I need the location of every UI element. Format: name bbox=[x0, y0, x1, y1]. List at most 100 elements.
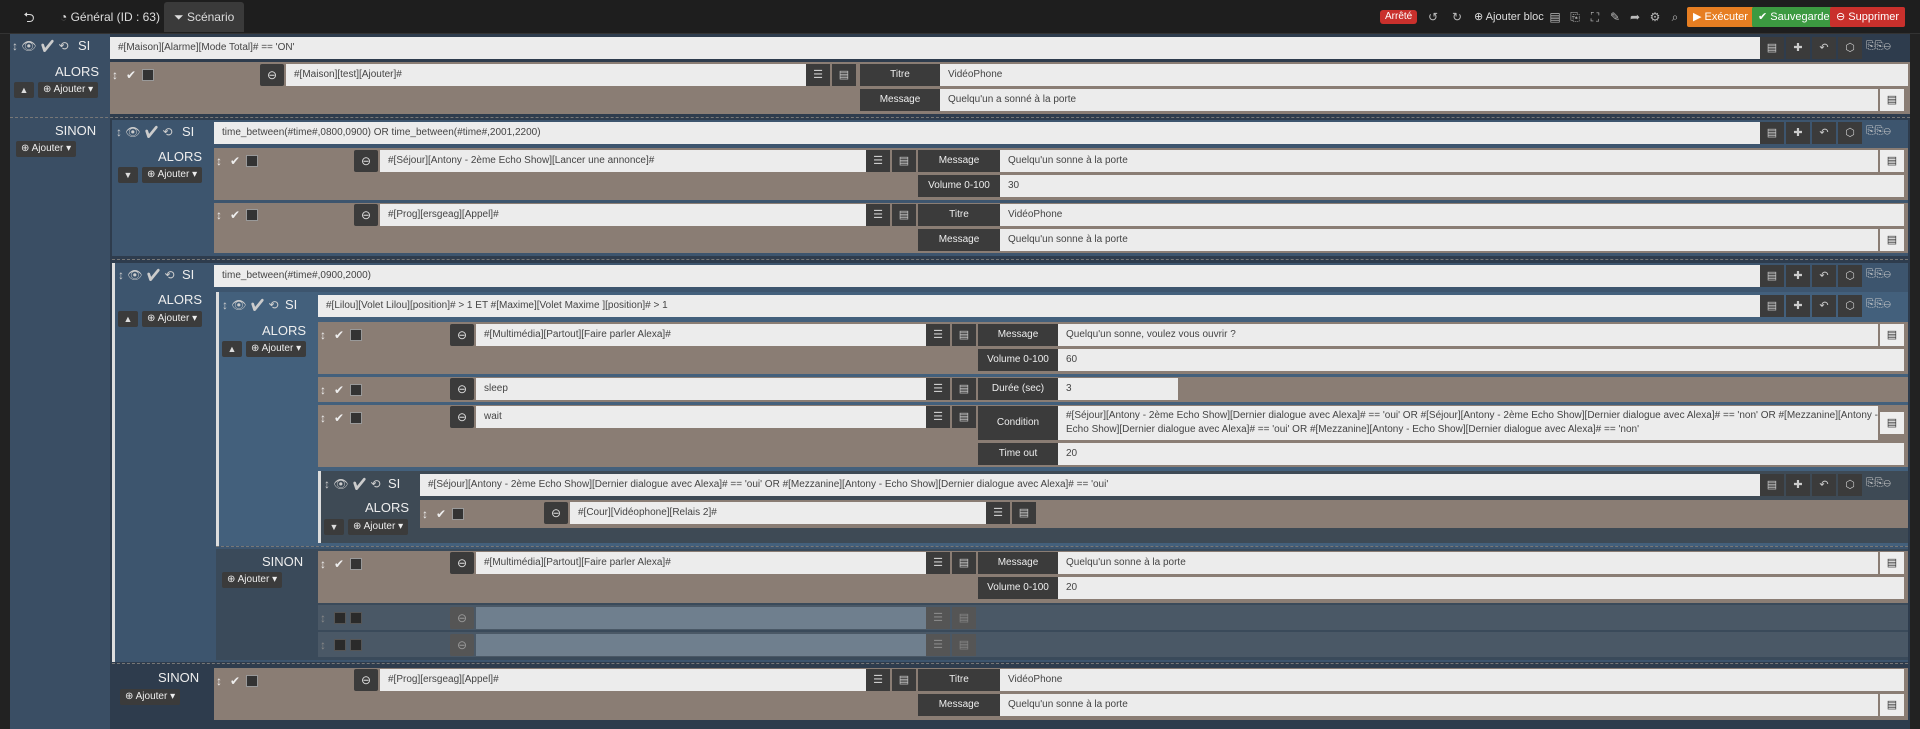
remove-action-button[interactable]: ⊖ bbox=[450, 634, 474, 656]
cube-icon[interactable]: ⬡ bbox=[1838, 122, 1862, 144]
drag-icon[interactable]: ↕ bbox=[320, 328, 326, 342]
options-icon[interactable]: ▤ bbox=[952, 634, 976, 656]
history-icon[interactable]: ↶ bbox=[1812, 122, 1836, 144]
remove-action-button[interactable]: ⊖ bbox=[450, 607, 474, 629]
remove-action-button[interactable]: ⊖ bbox=[354, 204, 378, 226]
expand-icon[interactable]: ⛶ bbox=[1586, 8, 1604, 26]
log-icon[interactable]: ▤ bbox=[1760, 122, 1784, 144]
drag-icon[interactable]: ↕ bbox=[12, 39, 18, 53]
drag-icon[interactable]: ↕ bbox=[320, 383, 326, 397]
options-icon[interactable]: ▤ bbox=[952, 607, 976, 629]
remove-action-button[interactable]: ⊖ bbox=[354, 150, 378, 172]
refresh-icon[interactable]: ⟲ bbox=[371, 477, 381, 491]
add-button[interactable]: ⊕ Ajouter ▾ bbox=[348, 519, 409, 535]
add-button[interactable]: ⊕ Ajouter ▾ bbox=[222, 572, 283, 588]
options-icon[interactable]: ▤ bbox=[892, 669, 916, 691]
condition-edit-icon[interactable]: ▤ bbox=[1880, 412, 1904, 434]
list-icon[interactable]: ☰ bbox=[866, 204, 890, 226]
delete-button[interactable]: ⊖ Supprimer bbox=[1830, 7, 1906, 27]
refresh-icon[interactable]: ⟲ bbox=[165, 268, 175, 282]
refresh-icon[interactable]: ⟲ bbox=[59, 39, 69, 53]
remove-action-button[interactable]: ⊖ bbox=[450, 406, 474, 428]
edit-icon[interactable]: ✎ bbox=[1606, 8, 1624, 26]
copy-icon[interactable]: ⎘ bbox=[1566, 8, 1584, 26]
action-cmd[interactable]: #[Multimédia][Partout][Faire parler Alex… bbox=[476, 552, 926, 574]
puzzle-icon[interactable]: ✚ bbox=[1786, 295, 1810, 317]
enable-check[interactable]: ✔ bbox=[334, 557, 344, 571]
parallel-checkbox[interactable] bbox=[350, 558, 362, 570]
options-icon[interactable]: ▤ bbox=[892, 150, 916, 172]
action-cmd[interactable]: sleep bbox=[476, 378, 926, 400]
add-button[interactable]: ⊕ Ajouter ▾ bbox=[120, 689, 181, 705]
cube-icon[interactable]: ⬡ bbox=[1838, 295, 1862, 317]
parallel-checkbox[interactable] bbox=[452, 508, 464, 520]
drag-icon[interactable]: ↕ bbox=[324, 477, 330, 491]
options-icon[interactable]: ▤ bbox=[832, 64, 856, 86]
puzzle-icon[interactable]: ✚ bbox=[1786, 122, 1810, 144]
parallel-checkbox[interactable] bbox=[350, 612, 362, 624]
message-field[interactable]: Quelqu'un sonne à la porte bbox=[1000, 150, 1878, 172]
list-icon[interactable]: ☰ bbox=[926, 607, 950, 629]
condition-field[interactable]: #[Maison][Alarme][Mode Total]# == 'ON' bbox=[110, 37, 1760, 59]
puzzle-icon[interactable]: ✚ bbox=[1786, 474, 1810, 496]
drag-icon[interactable]: ↕ bbox=[216, 208, 222, 222]
action-cmd[interactable]: wait bbox=[476, 406, 926, 428]
list-icon[interactable]: ☰ bbox=[986, 502, 1010, 524]
condition-field[interactable]: time_between(#time#,0800,0900) OR time_b… bbox=[214, 122, 1760, 144]
eye-icon[interactable]: 👁 bbox=[21, 39, 36, 53]
check-icon[interactable]: ✔ bbox=[144, 125, 159, 139]
drag-icon[interactable]: ↕ bbox=[216, 154, 222, 168]
eye-icon[interactable]: 👁 bbox=[333, 477, 348, 491]
action-cmd-empty[interactable] bbox=[476, 634, 926, 656]
add-button[interactable]: ⊕ Ajouter ▾ bbox=[38, 82, 99, 98]
enable-check[interactable]: ✔ bbox=[230, 154, 240, 168]
puzzle-icon[interactable]: ✚ bbox=[1786, 37, 1810, 59]
collapse-up-icon[interactable]: ▲ bbox=[118, 311, 138, 327]
cubes-icon[interactable]: ⚙ bbox=[1646, 8, 1664, 26]
action-cmd[interactable]: #[Prog][ersgeag][Appel]# bbox=[380, 669, 866, 691]
puzzle-icon[interactable]: ✚ bbox=[1786, 265, 1810, 287]
message-edit-icon[interactable]: ▤ bbox=[1880, 229, 1904, 251]
action-cmd[interactable]: #[Maison][test][Ajouter]# bbox=[286, 64, 806, 86]
check-icon[interactable]: ✔ bbox=[352, 477, 367, 491]
add-button[interactable]: ⊕ Ajouter ▾ bbox=[142, 167, 203, 183]
list-icon[interactable]: ☰ bbox=[926, 552, 950, 574]
drag-icon[interactable]: ↕ bbox=[320, 557, 326, 571]
titre-field[interactable]: VidéoPhone bbox=[1000, 204, 1904, 226]
parallel-checkbox[interactable] bbox=[350, 329, 362, 341]
message-field[interactable]: Quelqu'un sonne à la porte bbox=[1058, 552, 1878, 574]
block-copy-icons[interactable]: ⎘⎘⊖ bbox=[1866, 477, 1891, 490]
list-icon[interactable]: ☰ bbox=[806, 64, 830, 86]
log-icon[interactable]: ▤ bbox=[1760, 37, 1784, 59]
cube-icon[interactable]: ⬡ bbox=[1838, 37, 1862, 59]
titre-field[interactable]: VidéoPhone bbox=[1000, 669, 1904, 691]
action-cmd[interactable]: #[Multimédia][Partout][Faire parler Alex… bbox=[476, 324, 926, 346]
parallel-checkbox[interactable] bbox=[246, 209, 258, 221]
tab-scenario[interactable]: ⏷ Scénario bbox=[164, 2, 245, 32]
message-field[interactable]: Quelqu'un sonne à la porte bbox=[1000, 694, 1878, 716]
drag-icon[interactable]: ↕ bbox=[320, 611, 326, 625]
check-icon[interactable]: ✔ bbox=[40, 39, 55, 53]
collapse-up-icon[interactable]: ▲ bbox=[222, 341, 242, 357]
history-icon[interactable]: ↶ bbox=[1812, 295, 1836, 317]
drag-icon[interactable]: ↕ bbox=[116, 125, 122, 139]
message-edit-icon[interactable]: ▤ bbox=[1880, 89, 1904, 111]
eye-icon[interactable]: 👁 bbox=[127, 268, 142, 282]
eye-icon[interactable]: 👁 bbox=[231, 298, 246, 312]
add-button[interactable]: ⊕ Ajouter ▾ bbox=[246, 341, 307, 357]
collapse-up-icon[interactable]: ▲ bbox=[14, 82, 34, 98]
drag-icon[interactable]: ↕ bbox=[320, 411, 326, 425]
parallel-checkbox[interactable] bbox=[246, 675, 258, 687]
drag-icon[interactable]: ↕ bbox=[118, 268, 124, 282]
message-edit-icon[interactable]: ▤ bbox=[1880, 552, 1904, 574]
drag-icon[interactable]: ↕ bbox=[422, 507, 428, 521]
enable-checkbox[interactable] bbox=[334, 639, 346, 651]
action-cmd[interactable]: #[Prog][ersgeag][Appel]# bbox=[380, 204, 866, 226]
check-icon[interactable]: ✔ bbox=[146, 268, 161, 282]
add-block-button[interactable]: ⊕ Ajouter bloc bbox=[1474, 8, 1544, 26]
add-button[interactable]: ⊕ Ajouter ▾ bbox=[142, 311, 203, 327]
save-button[interactable]: ✔ Sauvegarder bbox=[1752, 7, 1840, 27]
message-field[interactable]: Quelqu'un sonne, voulez vous ouvrir ? bbox=[1058, 324, 1878, 346]
volume-field[interactable]: 20 bbox=[1058, 577, 1904, 599]
volume-field[interactable]: 30 bbox=[1000, 175, 1904, 197]
